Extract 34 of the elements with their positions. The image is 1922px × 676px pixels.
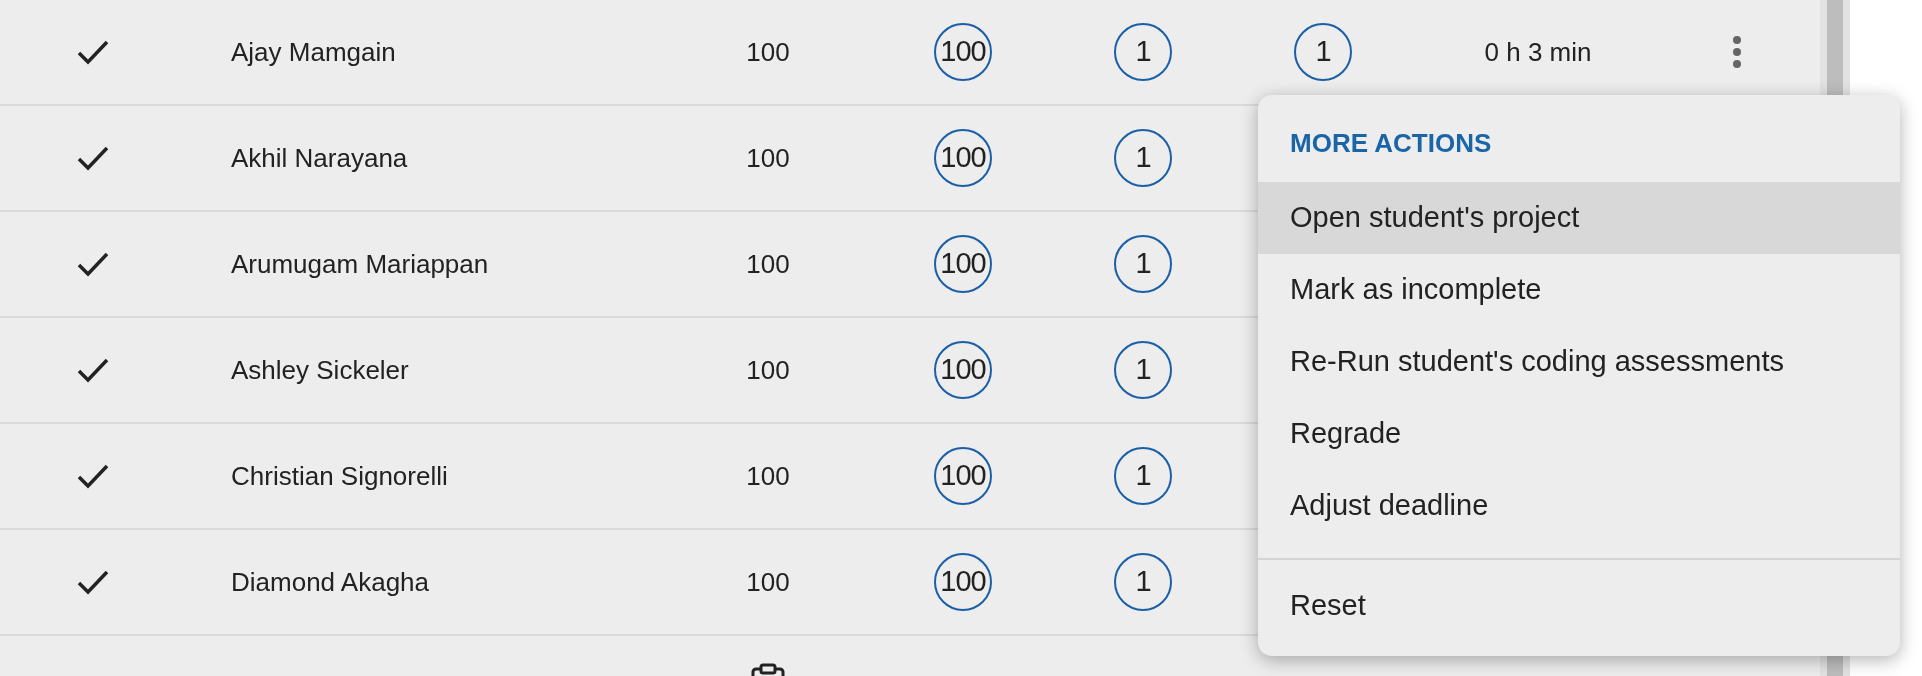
score: 100 [746, 141, 790, 175]
score: 100 [746, 565, 790, 599]
student-name: Ajay Mamgain [231, 35, 396, 69]
time-spent: 0 h 3 min [1484, 35, 1592, 69]
circled-count: 1 [1114, 235, 1172, 293]
circled-count: 100 [934, 235, 992, 293]
circled-count: 100 [934, 23, 992, 81]
menu-item[interactable]: Adjust deadline [1258, 470, 1900, 542]
score: 100 [746, 35, 790, 69]
menu-heading: MORE ACTIONS [1290, 127, 1492, 160]
menu-item[interactable]: Mark as incomplete [1258, 254, 1900, 326]
circled-count: 1 [1114, 23, 1172, 81]
score: 100 [746, 353, 790, 387]
circled-count: 100 [934, 129, 992, 187]
menu-item[interactable]: Reset [1258, 570, 1900, 642]
score: 100 [746, 247, 790, 281]
score: 100 [746, 459, 790, 493]
menu-item[interactable]: Re-Run student's coding assessments [1258, 326, 1900, 398]
student-name: Ashley Sickeler [231, 353, 409, 387]
circled-count: 1 [1294, 23, 1352, 81]
menu-item[interactable]: Regrade [1258, 398, 1900, 470]
student-name: Akhil Narayana [231, 141, 408, 175]
circled-count: 100 [934, 553, 992, 611]
circled-count: 100 [934, 341, 992, 399]
circled-count: 1 [1114, 447, 1172, 505]
circled-count: 1 [1114, 129, 1172, 187]
student-name: Arumugam Mariappan [231, 247, 489, 281]
circled-count: 100 [934, 447, 992, 505]
circled-count: 1 [1114, 341, 1172, 399]
menu-item[interactable]: Open student's project [1258, 182, 1900, 254]
more-options-icon[interactable] [1732, 36, 1742, 68]
student-name: Christian Signorelli [231, 459, 448, 493]
student-name: Diamond Akagha [231, 565, 430, 599]
circled-count: 1 [1114, 553, 1172, 611]
